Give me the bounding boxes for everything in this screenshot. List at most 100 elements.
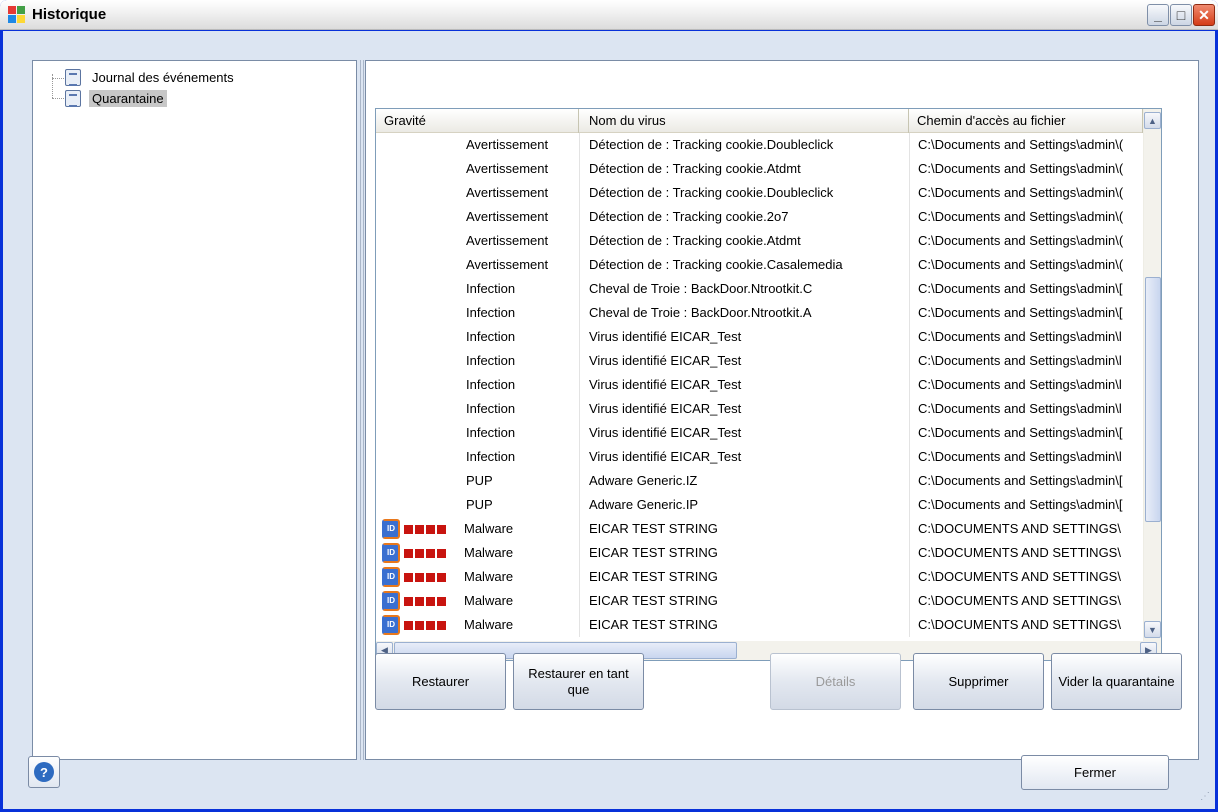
log-book-icon: [65, 68, 81, 86]
identity-protection-icon: ID: [382, 567, 400, 587]
maximize-button[interactable]: □: [1170, 4, 1192, 26]
quarantine-table: Gravité Nom du virus Chemin d'accès au f…: [375, 108, 1162, 661]
virus-name-cell: EICAR TEST STRING: [579, 589, 909, 613]
file-path-cell: C:\Documents and Settings\admin\(: [909, 253, 1143, 277]
file-path-cell: C:\Documents and Settings\admin\l: [909, 445, 1143, 469]
severity-level-square: [426, 620, 435, 630]
severity-level-square: [404, 572, 413, 582]
severity-level-square: [437, 548, 446, 558]
table-row[interactable]: Infection Cheval de Troie : BackDoor.Ntro…: [376, 277, 1143, 301]
table-row[interactable]: Avertissement Détection de : Tracking coo…: [376, 253, 1143, 277]
identity-protection-icon: ID: [382, 615, 400, 635]
severity-label: Malware: [464, 521, 514, 536]
column-header-virus-name[interactable]: Nom du virus: [579, 109, 909, 133]
column-header-file-path[interactable]: Chemin d'accès au fichier: [909, 109, 1143, 133]
file-path-cell: C:\DOCUMENTS AND SETTINGS\: [909, 565, 1143, 589]
table-row[interactable]: Avertissement Détection de : Tracking coo…: [376, 181, 1143, 205]
severity-indicator: ID: [382, 543, 446, 563]
severity-label: PUP: [466, 473, 493, 488]
severity-cell: PUP: [376, 469, 579, 493]
severity-cell: ID Malware: [376, 589, 579, 613]
table-row[interactable]: PUP Adware Generic.IP C:\Documents and Set…: [376, 493, 1143, 517]
resize-grip-icon[interactable]: ⋰: [1200, 791, 1212, 803]
severity-indicator: ID: [382, 567, 446, 587]
severity-label: Malware: [464, 545, 514, 560]
tree-connector: [52, 78, 64, 79]
table-row[interactable]: Avertissement Détection de : Tracking coo…: [376, 229, 1143, 253]
help-button[interactable]: ?: [28, 756, 60, 788]
severity-label: Infection: [466, 425, 516, 440]
table-row[interactable]: Avertissement Détection de : Tracking coo…: [376, 205, 1143, 229]
tree-item-journal[interactable]: Journal des événements: [65, 67, 237, 87]
virus-name-cell: Cheval de Troie : BackDoor.Ntrootkit.C: [579, 277, 909, 301]
severity-cell: Avertissement: [376, 157, 579, 181]
empty-quarantine-button[interactable]: Vider la quarantaine: [1051, 653, 1182, 710]
table-row[interactable]: ID Malware EICAR TEST STRING C:\DOCUMENTS A…: [376, 517, 1143, 541]
history-window: Historique _ □ ✕ Journal des événements …: [0, 0, 1218, 812]
tree-item-quarantaine[interactable]: Quarantaine: [65, 88, 167, 108]
severity-label: Infection: [466, 353, 516, 368]
severity-cell: ID Malware: [376, 613, 579, 637]
severity-indicator: ID: [382, 615, 446, 635]
file-path-cell: C:\Documents and Settings\admin\(: [909, 157, 1143, 181]
table-row[interactable]: Infection Virus identifié EICAR_Test C:\Do…: [376, 445, 1143, 469]
table-row[interactable]: Avertissement Détection de : Tracking coo…: [376, 133, 1143, 157]
file-path-cell: C:\Documents and Settings\admin\[: [909, 421, 1143, 445]
virus-name-cell: Virus identifié EICAR_Test: [579, 421, 909, 445]
vertical-scroll-thumb[interactable]: [1145, 277, 1161, 522]
restore-as-button[interactable]: Restaurer en tant que: [513, 653, 644, 710]
table-row[interactable]: ID Malware EICAR TEST STRING C:\DOCUMENTS A…: [376, 589, 1143, 613]
file-path-cell: C:\Documents and Settings\admin\l: [909, 325, 1143, 349]
tree-connector: [52, 98, 64, 99]
severity-cell: ID Malware: [376, 565, 579, 589]
virus-name-cell: Détection de : Tracking cookie.2o7: [579, 205, 909, 229]
severity-level-square: [426, 596, 435, 606]
severity-cell: PUP: [376, 493, 579, 517]
table-row[interactable]: ID Malware EICAR TEST STRING C:\DOCUMENTS A…: [376, 613, 1143, 637]
severity-level-square: [437, 524, 446, 534]
column-header-severity[interactable]: Gravité: [376, 109, 579, 133]
vertical-scrollbar[interactable]: ▲ ▼: [1143, 109, 1161, 641]
table-row[interactable]: Avertissement Détection de : Tracking coo…: [376, 157, 1143, 181]
table-row[interactable]: Infection Virus identifié EICAR_Test C:\Do…: [376, 373, 1143, 397]
severity-cell: Infection: [376, 373, 579, 397]
file-path-cell: C:\DOCUMENTS AND SETTINGS\: [909, 541, 1143, 565]
file-path-cell: C:\Documents and Settings\admin\l: [909, 397, 1143, 421]
table-row[interactable]: PUP Adware Generic.IZ C:\Documents and Set…: [376, 469, 1143, 493]
severity-level-square: [404, 596, 413, 606]
window-client-area: Journal des événements Quarantaine Gravi…: [3, 31, 1215, 809]
close-window-button[interactable]: ✕: [1193, 4, 1215, 26]
title-bar[interactable]: Historique _ □ ✕: [0, 0, 1218, 30]
file-path-cell: C:\Documents and Settings\admin\l: [909, 373, 1143, 397]
severity-label: Infection: [466, 377, 516, 392]
close-button[interactable]: Fermer: [1021, 755, 1169, 790]
severity-level-square: [415, 548, 424, 558]
severity-label: Avertissement: [466, 257, 549, 272]
panel-splitter[interactable]: [360, 60, 364, 760]
severity-cell: Infection: [376, 301, 579, 325]
details-button[interactable]: Détails: [770, 653, 901, 710]
identity-protection-icon: ID: [382, 543, 400, 563]
table-row[interactable]: Infection Virus identifié EICAR_Test C:\Do…: [376, 349, 1143, 373]
severity-label: Avertissement: [466, 161, 549, 176]
table-row[interactable]: ID Malware EICAR TEST STRING C:\DOCUMENTS A…: [376, 565, 1143, 589]
virus-name-cell: Adware Generic.IZ: [579, 469, 909, 493]
scroll-down-button[interactable]: ▼: [1144, 621, 1161, 638]
virus-name-cell: Adware Generic.IP: [579, 493, 909, 517]
severity-label: Infection: [466, 281, 516, 296]
table-row[interactable]: Infection Cheval de Troie : BackDoor.Ntro…: [376, 301, 1143, 325]
delete-button[interactable]: Supprimer: [913, 653, 1044, 710]
scroll-up-button[interactable]: ▲: [1144, 112, 1161, 129]
table-row[interactable]: ID Malware EICAR TEST STRING C:\DOCUMENTS A…: [376, 541, 1143, 565]
restore-button[interactable]: Restaurer: [375, 653, 506, 710]
table-row[interactable]: Infection Virus identifié EICAR_Test C:\Do…: [376, 325, 1143, 349]
virus-name-cell: Détection de : Tracking cookie.Doublecli…: [579, 133, 909, 157]
severity-cell: Avertissement: [376, 229, 579, 253]
severity-indicator: ID: [382, 591, 446, 611]
table-row[interactable]: Infection Virus identifié EICAR_Test C:\Do…: [376, 397, 1143, 421]
log-book-icon: [65, 89, 81, 107]
virus-name-cell: Détection de : Tracking cookie.Atdmt: [579, 157, 909, 181]
file-path-cell: C:\Documents and Settings\admin\(: [909, 205, 1143, 229]
table-row[interactable]: Infection Virus identifié EICAR_Test C:\Do…: [376, 421, 1143, 445]
minimize-button[interactable]: _: [1147, 4, 1169, 26]
